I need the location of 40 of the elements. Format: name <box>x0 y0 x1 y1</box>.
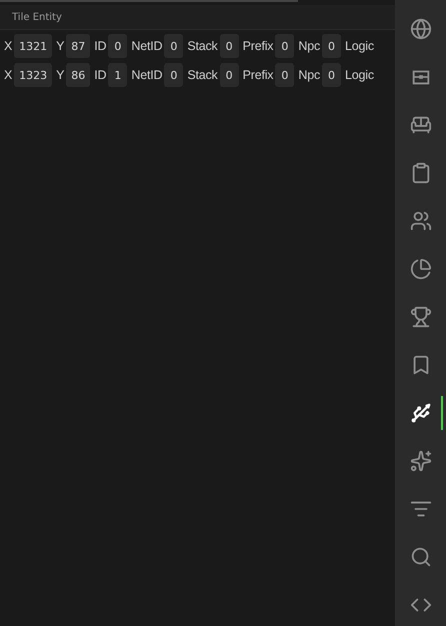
value-field[interactable]: 0 <box>220 34 239 58</box>
field-label: ID <box>94 39 106 53</box>
value-field[interactable]: 86 <box>66 63 90 87</box>
field-label: Logic <box>345 39 374 53</box>
field-label: X <box>4 68 12 82</box>
field-label: ID <box>94 68 106 82</box>
field-label: Logic <box>345 68 374 82</box>
field-label: Y <box>56 39 64 53</box>
globe-icon <box>410 18 432 40</box>
sofa-icon <box>410 114 432 136</box>
active-indicator <box>441 396 443 430</box>
field-label: Prefix <box>242 68 274 82</box>
panel-title: Tile Entity <box>12 12 62 22</box>
users-icon <box>410 210 432 232</box>
field-label: X <box>4 39 12 53</box>
value-field[interactable]: 0 <box>164 63 184 87</box>
pie-chart-icon <box>410 258 432 280</box>
value-field[interactable]: 0 <box>322 63 342 87</box>
field-label: Npc <box>298 68 320 82</box>
value-field[interactable]: 87 <box>66 34 90 58</box>
value-field[interactable]: 1321 <box>14 34 52 58</box>
field-label: Stack <box>187 68 218 82</box>
search-icon <box>410 546 432 568</box>
value-field[interactable]: 0 <box>108 34 128 58</box>
field-label: Stack <box>187 39 218 53</box>
value-field[interactable]: 1 <box>108 63 128 87</box>
field-label: Prefix <box>242 39 274 53</box>
usb-icon <box>410 402 432 424</box>
value-field[interactable]: 0 <box>164 34 184 58</box>
value-field[interactable]: 0 <box>220 63 239 87</box>
value-field[interactable]: 0 <box>275 34 294 58</box>
value-field[interactable]: 0 <box>275 63 294 87</box>
field-label: NetID <box>131 68 162 82</box>
sparkles-icon <box>410 450 432 472</box>
value-field[interactable]: 1323 <box>14 63 52 87</box>
field-label: NetID <box>131 39 162 53</box>
trophy-icon <box>410 306 432 328</box>
value-field[interactable]: 0 <box>322 34 342 58</box>
field-label: Npc <box>298 39 320 53</box>
field-label: Y <box>56 68 64 82</box>
